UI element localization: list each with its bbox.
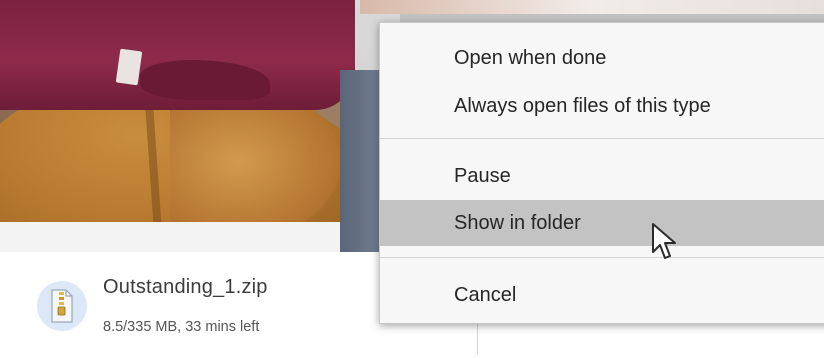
- menu-item-always-open[interactable]: Always open files of this type: [380, 83, 824, 129]
- menu-item-label: Open when done: [454, 47, 607, 69]
- menu-item-pause[interactable]: Pause: [380, 153, 824, 199]
- menu-separator: [380, 138, 824, 139]
- menu-item-label: Show in folder: [454, 212, 581, 234]
- zip-file-icon[interactable]: [37, 281, 87, 331]
- download-status: 8.5/335 MB, 33 mins left: [103, 319, 260, 335]
- menu-item-label: Always open files of this type: [454, 95, 711, 117]
- download-file-name[interactable]: Outstanding_1.zip: [103, 276, 268, 299]
- menu-item-label: Cancel: [454, 284, 517, 306]
- menu-item-show-in-folder[interactable]: Show in folder: [380, 200, 824, 246]
- download-context-menu: Open when done Always open files of this…: [379, 22, 824, 324]
- menu-item-label: Pause: [454, 165, 511, 187]
- arrow-pointer-icon: [650, 222, 678, 268]
- menu-item-cancel[interactable]: Cancel: [380, 272, 824, 318]
- menu-item-open-when-done[interactable]: Open when done: [380, 35, 824, 81]
- menu-separator: [380, 257, 824, 258]
